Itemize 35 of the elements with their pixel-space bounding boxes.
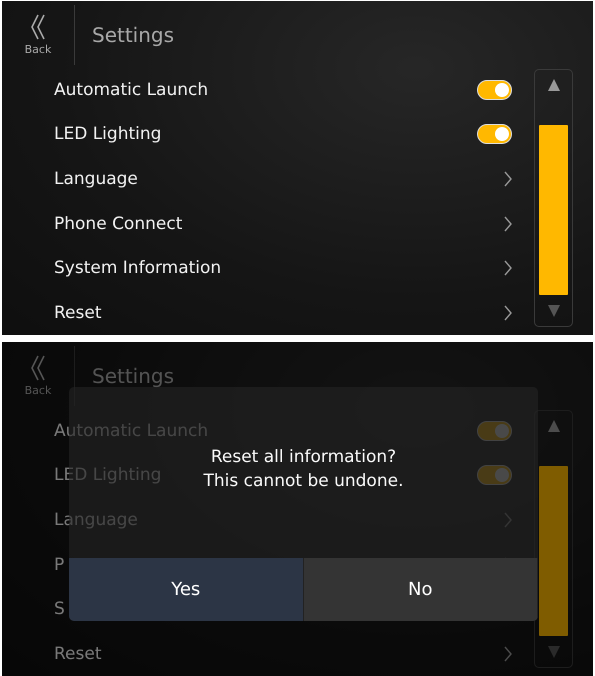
setting-label: Reset (54, 302, 102, 323)
scrollbar[interactable] (534, 69, 573, 327)
chevron-icon (504, 260, 512, 276)
setting-label: System Information (54, 258, 222, 278)
setting-label: Language (54, 168, 138, 189)
setting-label: Automatic Launch (54, 80, 208, 100)
scroll-thumb[interactable] (539, 125, 568, 295)
scrollbar[interactable] (534, 410, 573, 668)
setting-label: LED Lighting (54, 124, 162, 144)
scroll-up-icon[interactable] (548, 79, 560, 92)
chevron-icon (504, 304, 512, 321)
chevron-icon (504, 646, 512, 662)
setting-label: Phone Connect (54, 214, 182, 234)
screen-title: Settings (92, 23, 174, 48)
back-icon (30, 14, 46, 40)
setting-label: S (54, 599, 65, 620)
setting-label: Reset (54, 644, 102, 664)
toggle-switch[interactable] (477, 80, 512, 100)
toggle-switch[interactable] (477, 465, 512, 486)
scroll-down-icon[interactable] (548, 305, 560, 317)
dialog-message: This cannot be undone. (204, 470, 404, 492)
back-button[interactable]: Back (2, 5, 75, 66)
back-icon (30, 355, 46, 382)
scroll-down-icon[interactable] (548, 646, 560, 658)
dialog-button[interactable]: Yes (69, 558, 304, 621)
setting-label: P (54, 554, 64, 575)
chevron-icon (504, 512, 512, 528)
chevron-icon (504, 170, 512, 187)
toggle-switch[interactable] (477, 420, 512, 441)
dialog-message: Reset all information? (210, 446, 396, 468)
chevron-icon (504, 216, 512, 232)
toggle-switch[interactable] (477, 124, 512, 144)
scroll-thumb[interactable] (539, 466, 568, 636)
screen-title: Settings (92, 364, 174, 388)
dialog-button[interactable]: No (304, 558, 538, 621)
